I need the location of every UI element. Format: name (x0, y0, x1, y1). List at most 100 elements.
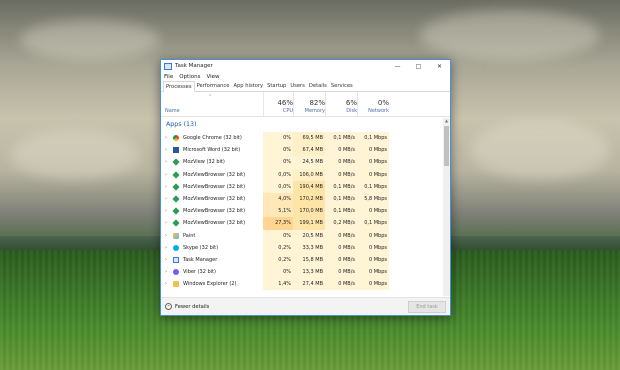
scrollbar-thumb[interactable] (444, 126, 449, 166)
footer-bar: ⌃ Fewer details End task (161, 297, 450, 315)
apps-group-header[interactable]: Apps (13) (161, 118, 442, 132)
process-memory: 15,8 MB (293, 253, 325, 267)
process-name: MozViewBrowser (32 bit) (183, 195, 246, 202)
fewer-details-button[interactable]: ⌃ Fewer details (165, 303, 209, 310)
header-memory[interactable]: 82% Memory (293, 92, 325, 116)
end-task-button[interactable]: End task (408, 301, 446, 313)
menu-bar: File Options View (161, 72, 450, 81)
cloud (420, 10, 600, 60)
scroll-up-icon[interactable]: ▲ (443, 118, 450, 124)
header-cpu[interactable]: 46% CPU (263, 92, 293, 116)
chevron-right-icon[interactable]: › (165, 257, 167, 263)
process-name: MozViewBrowser (32 bit) (183, 183, 246, 190)
close-button[interactable]: ✕ (429, 60, 450, 72)
process-memory: 33,3 MB (293, 241, 325, 254)
process-row[interactable]: › MozView (32 bit) 0% 24,5 MB 0 MB/s 0 Mbps (161, 156, 442, 169)
process-name: Paint (183, 232, 196, 239)
paint-icon (173, 232, 179, 239)
process-row[interactable]: › Skype (32 bit) 0,2% 33,3 MB 0 MB/s 0 Mbps (161, 241, 442, 254)
process-name: Viber (32 bit) (183, 269, 216, 276)
process-network: 5,8 Mbps (357, 192, 389, 206)
menu-file[interactable]: File (164, 74, 173, 80)
mozview-icon (172, 158, 180, 166)
title-bar[interactable]: Task Manager — □ ✕ (161, 60, 450, 72)
header-network[interactable]: 0% Network (357, 92, 389, 116)
menu-options[interactable]: Options (179, 74, 200, 80)
task-manager-icon (164, 62, 172, 70)
header-disk[interactable]: 6% Disk (325, 92, 357, 116)
process-network: 0 Mbps (357, 205, 389, 218)
process-row[interactable]: › MozViewBrowser (32 bit) 27,3% 199,1 MB 0,2… (161, 217, 442, 230)
tab-startup[interactable]: Startup (265, 81, 288, 91)
process-network: 0 Mbps (357, 241, 389, 254)
chevron-right-icon[interactable]: › (165, 220, 167, 226)
process-network: 0,1 Mbps (357, 180, 389, 193)
process-cpu: 27,3% (263, 217, 293, 230)
tab-bar: Processes Performance App history Startu… (161, 81, 450, 92)
process-row[interactable]: › Paint 0% 20,5 MB 0 MB/s 0 Mbps (161, 229, 442, 242)
network-label: Network (368, 108, 389, 114)
process-disk: 0,1 MB/s (325, 180, 357, 193)
maximize-button[interactable]: □ (408, 60, 429, 72)
process-cpu: 0,0% (263, 180, 293, 193)
tab-performance[interactable]: Performance (195, 81, 232, 91)
tab-processes[interactable]: Processes (163, 81, 195, 92)
header-name[interactable]: Name (165, 108, 180, 114)
process-row[interactable]: › MozViewBrowser (32 bit) 5,1% 170,0 MB 0,1 … (161, 205, 442, 218)
chevron-right-icon[interactable]: › (165, 281, 167, 287)
mozview-icon (172, 195, 180, 203)
vertical-scrollbar[interactable]: ▲ (443, 118, 450, 296)
tab-services[interactable]: Services (329, 81, 355, 91)
process-network: 0,1 Mbps (357, 217, 389, 230)
disk-percent: 6% (345, 99, 357, 107)
process-row[interactable]: › Task Manager 0,2% 15,8 MB 0 MB/s 0 Mbps (161, 253, 442, 267)
process-row[interactable]: › Viber (32 bit) 0% 13,3 MB 0 MB/s 0 Mbps (161, 266, 442, 279)
process-disk: 0 MB/s (325, 266, 357, 279)
disk-label: Disk (346, 108, 357, 114)
process-row[interactable]: › Google Chrome (32 bit) 0% 69,5 MB 0,1 MB/s… (161, 132, 442, 145)
menu-view[interactable]: View (206, 74, 219, 80)
process-name: Microsoft Word (32 bit) (183, 147, 241, 154)
chevron-right-icon[interactable]: › (165, 135, 167, 141)
process-network: 0 Mbps (357, 229, 389, 242)
process-row[interactable]: › Microsoft Word (32 bit) 0% 67,4 MB 0 MB/s 0… (161, 144, 442, 157)
process-row[interactable]: › Windows Explorer (2) 1,4% 27,4 MB 0 MB/s 0 … (161, 278, 442, 291)
chevron-right-icon[interactable]: › (165, 196, 167, 202)
minimize-button[interactable]: — (387, 60, 408, 72)
explorer-icon (173, 281, 179, 288)
process-disk: 0,1 MB/s (325, 132, 357, 145)
process-cpu: 1,4% (263, 278, 293, 291)
taskmanager-icon (173, 256, 179, 263)
chevron-right-icon[interactable]: › (165, 147, 167, 153)
mozview-icon (172, 170, 180, 179)
chevron-right-icon[interactable]: › (165, 233, 167, 239)
chevron-right-icon[interactable]: › (165, 245, 167, 251)
process-disk: 0 MB/s (325, 144, 357, 157)
process-name: MozViewBrowser (32 bit) (183, 208, 246, 215)
chevron-right-icon[interactable]: › (165, 184, 167, 190)
process-row[interactable]: › MozViewBrowser (32 bit) 4,0% 170,2 MB 0,1 … (161, 192, 442, 206)
chevron-up-icon: ⌃ (165, 303, 172, 310)
process-cpu: 0% (263, 156, 293, 169)
process-memory: 170,0 MB (293, 205, 325, 218)
chevron-right-icon[interactable]: › (165, 269, 167, 275)
process-memory: 199,1 MB (293, 217, 325, 230)
cpu-label: CPU (282, 108, 293, 114)
chevron-right-icon[interactable]: › (165, 208, 167, 214)
chevron-right-icon[interactable]: › (165, 172, 167, 178)
tab-users[interactable]: Users (288, 81, 307, 91)
tab-details[interactable]: Details (307, 81, 329, 91)
mozview-icon (172, 219, 180, 227)
process-memory: 67,4 MB (293, 144, 325, 157)
chevron-right-icon[interactable]: › (165, 159, 167, 165)
process-disk: 0 MB/s (325, 241, 357, 254)
process-row[interactable]: › MozViewBrowser (32 bit) 0,0% 190,4 MB 0,1 … (161, 180, 442, 193)
process-disk: 0,1 MB/s (325, 205, 357, 218)
chrome-icon (173, 135, 179, 141)
process-disk: 0 MB/s (325, 168, 357, 181)
cloud (470, 120, 610, 180)
process-memory: 69,5 MB (293, 132, 325, 145)
tab-app-history[interactable]: App history (231, 81, 265, 91)
process-row[interactable]: › MozViewBrowser (32 bit) 0,0% 106,0 MB 0 MB… (161, 168, 442, 181)
column-header: ⌃ Name 46% CPU 82% Memory 6% Disk 0% Net… (161, 92, 450, 117)
